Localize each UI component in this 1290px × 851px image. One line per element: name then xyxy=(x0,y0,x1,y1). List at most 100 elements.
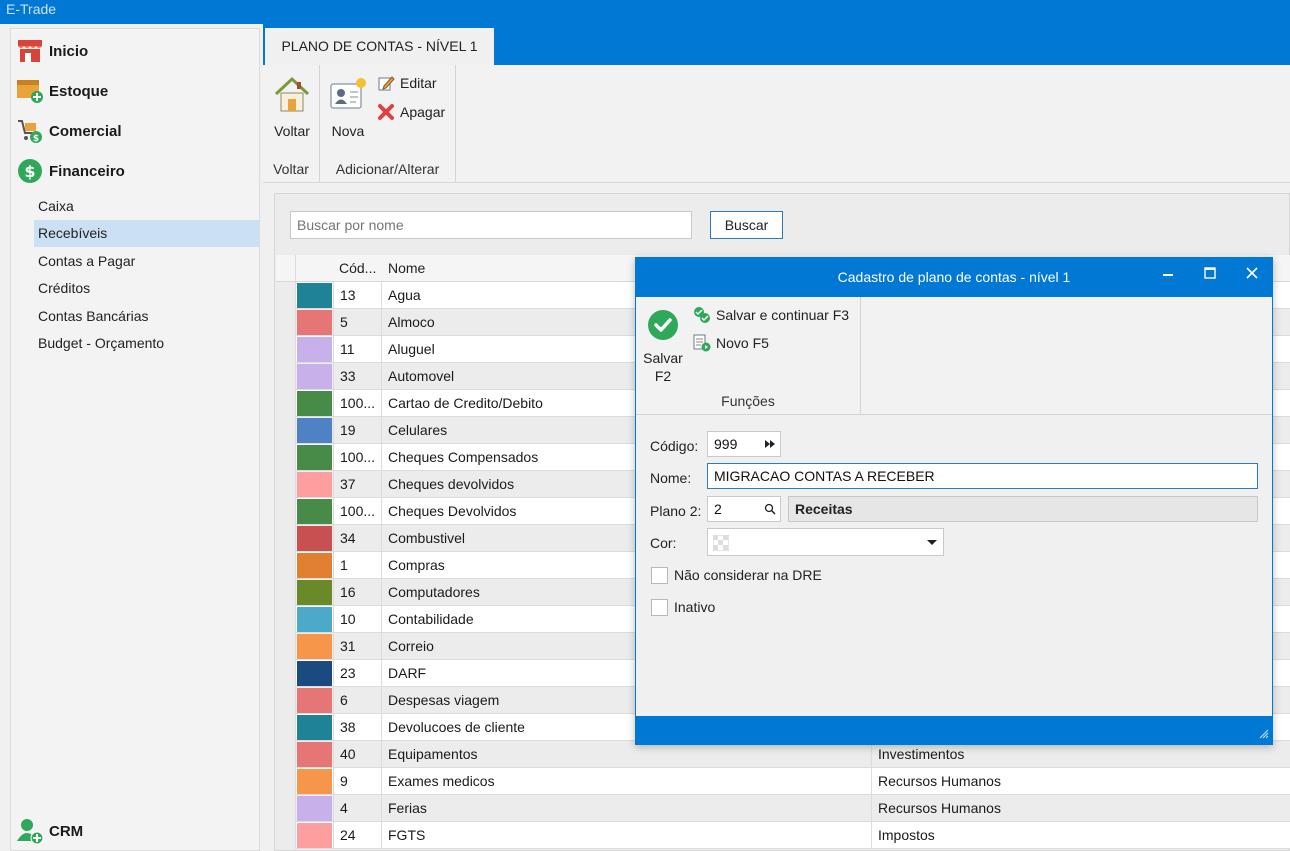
plano-label: Plano 2: xyxy=(650,503,702,519)
nav-contas-a-pagar[interactable]: Contas a Pagar xyxy=(34,248,259,275)
nome-field[interactable]: MIGRACAO CONTAS A RECEBER xyxy=(707,463,1258,489)
novo-label: Novo F5 xyxy=(716,335,769,351)
color-swatch xyxy=(297,391,332,416)
codigo-label: Código: xyxy=(650,438,699,454)
voltar-button[interactable]: Voltar xyxy=(267,71,317,139)
search-icon[interactable] xyxy=(764,497,776,528)
apagar-button-label: Apagar xyxy=(400,104,446,120)
search-input[interactable] xyxy=(290,211,692,239)
table-row[interactable]: 24 FGTS Impostos xyxy=(276,822,1290,849)
row-selector[interactable] xyxy=(276,417,296,444)
dollar-circle-icon: $ xyxy=(15,156,45,186)
nav-comercial[interactable]: $ Comercial xyxy=(15,113,255,149)
row-selector[interactable] xyxy=(276,660,296,687)
color-swatch xyxy=(297,769,332,794)
codigo-field[interactable]: 999 xyxy=(707,431,781,457)
cell-codigo: 100... xyxy=(333,444,381,471)
nav-comercial-label: Comercial xyxy=(49,122,122,140)
nav-estoque[interactable]: Estoque xyxy=(15,73,255,109)
row-selector[interactable] xyxy=(276,336,296,363)
row-selector[interactable] xyxy=(276,444,296,471)
color-swatch xyxy=(297,796,332,821)
cell-codigo: 1 xyxy=(333,552,381,579)
transparent-color-icon xyxy=(712,534,730,558)
edit-icon xyxy=(376,73,396,93)
row-selector[interactable] xyxy=(276,822,296,849)
cor-label: Cor: xyxy=(650,535,677,551)
nav-crm[interactable]: CRM xyxy=(15,813,255,849)
resize-grip-icon[interactable] xyxy=(1259,726,1269,742)
apagar-button[interactable]: Apagar xyxy=(376,102,445,122)
chevron-down-icon[interactable] xyxy=(927,529,937,562)
row-selector[interactable] xyxy=(276,282,296,309)
editar-button[interactable]: Editar xyxy=(376,73,437,93)
salvar-button[interactable]: Salvar F2 xyxy=(640,307,686,385)
row-selector[interactable] xyxy=(276,390,296,417)
nav-creditos[interactable]: Créditos xyxy=(34,275,259,302)
nav-inicio[interactable]: Inicio xyxy=(15,33,255,69)
search-button[interactable]: Buscar xyxy=(710,211,783,239)
row-selector[interactable] xyxy=(276,633,296,660)
color-swatch xyxy=(297,715,332,740)
row-selector[interactable] xyxy=(276,741,296,768)
grid-header-selector xyxy=(276,255,296,282)
color-swatch xyxy=(297,337,332,362)
cell-codigo: 100... xyxy=(333,390,381,417)
fast-forward-icon[interactable] xyxy=(764,432,776,463)
cell-codigo: 10 xyxy=(333,606,381,633)
grid-header-nome[interactable]: Nome xyxy=(388,255,425,282)
plano-field[interactable]: 2 xyxy=(707,496,781,522)
nav-contas-bancarias[interactable]: Contas Bancárias xyxy=(34,303,259,330)
row-selector[interactable] xyxy=(276,579,296,606)
cor-dropdown[interactable] xyxy=(707,528,944,556)
row-selector[interactable] xyxy=(276,687,296,714)
row-selector[interactable] xyxy=(276,714,296,741)
nav-budget-orcamento[interactable]: Budget - Orçamento xyxy=(34,330,259,357)
tab-plano-de-contas[interactable]: PLANO DE CONTAS - NÍVEL 1 xyxy=(265,28,494,65)
nao-considerar-dre-checkbox[interactable] xyxy=(651,567,668,584)
nova-button[interactable]: Nova xyxy=(326,71,370,139)
editar-button-label: Editar xyxy=(400,75,437,91)
color-swatch xyxy=(297,364,332,389)
table-row[interactable]: 4 Ferias Recursos Humanos xyxy=(276,795,1290,822)
row-selector[interactable] xyxy=(276,795,296,822)
cell-codigo: 11 xyxy=(333,336,381,363)
row-selector[interactable] xyxy=(276,471,296,498)
grid-header-codigo[interactable]: Cód... xyxy=(339,255,376,282)
color-swatch xyxy=(297,310,332,335)
minimize-icon[interactable] xyxy=(1150,258,1186,294)
salvar-continuar-label: Salvar e continuar F3 xyxy=(716,307,850,323)
cell-codigo: 31 xyxy=(333,633,381,660)
cell-codigo: 19 xyxy=(333,417,381,444)
row-selector[interactable] xyxy=(276,606,296,633)
novo-button[interactable]: Novo F5 xyxy=(692,333,769,353)
cell-codigo: 9 xyxy=(333,768,381,795)
tab-strip: PLANO DE CONTAS - NÍVEL 1 xyxy=(263,24,1290,65)
row-selector[interactable] xyxy=(276,768,296,795)
close-icon[interactable] xyxy=(1234,258,1270,294)
nav-crm-label: CRM xyxy=(49,822,84,840)
nav-financeiro[interactable]: $ Financeiro xyxy=(15,153,255,189)
row-selector[interactable] xyxy=(276,309,296,336)
salvar-label-line1: Salvar xyxy=(643,350,683,366)
maximize-icon[interactable] xyxy=(1192,258,1228,294)
cell-codigo: 37 xyxy=(333,471,381,498)
cell-codigo: 40 xyxy=(333,741,381,768)
table-row[interactable]: 40 Equipamentos Investimentos xyxy=(276,741,1290,768)
codigo-value: 999 xyxy=(714,436,738,452)
row-selector[interactable] xyxy=(276,363,296,390)
nav-recebiveis[interactable]: Recebíveis xyxy=(34,220,259,247)
color-swatch xyxy=(297,580,332,605)
row-selector[interactable] xyxy=(276,525,296,552)
row-selector[interactable] xyxy=(276,498,296,525)
cart-money-icon: $ xyxy=(15,116,45,146)
cell-codigo: 23 xyxy=(333,660,381,687)
plano-description: Receitas xyxy=(788,496,1258,522)
nav-caixa[interactable]: Caixa xyxy=(34,193,259,220)
salvar-continuar-button[interactable]: Salvar e continuar F3 xyxy=(692,305,849,325)
table-row[interactable]: 9 Exames medicos Recursos Humanos xyxy=(276,768,1290,795)
row-selector[interactable] xyxy=(276,552,296,579)
voltar-button-label: Voltar xyxy=(274,123,310,139)
inativo-checkbox[interactable] xyxy=(651,599,668,616)
color-swatch xyxy=(297,742,332,767)
